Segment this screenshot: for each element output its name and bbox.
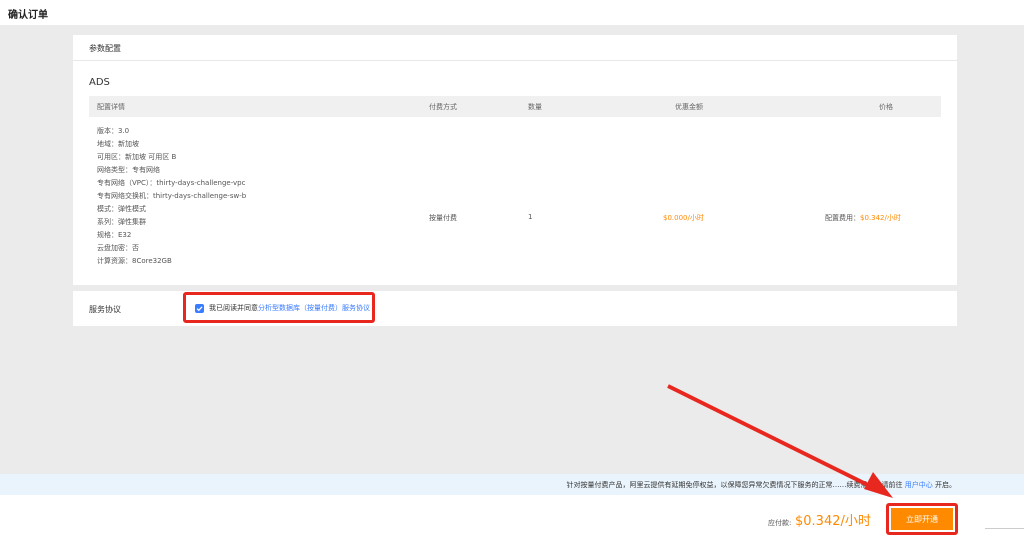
detail-item: 地域：新加坡 xyxy=(97,140,139,148)
detail-item: 计算资源：8Core32GB xyxy=(97,257,172,265)
discount-cell: $0.000/小时 xyxy=(663,214,704,222)
detail-item: 系列：弹性集群 xyxy=(97,218,146,226)
detail-item: 规格：E32 xyxy=(97,231,132,239)
agreement-panel: 服务协议 我已阅读并同意 分析型数据库（按量付费）服务协议 xyxy=(73,291,957,326)
notice-text: 针对按量付费产品，阿里云提供有延期免停权益，以保障您异常欠费情况下服务的正常……… xyxy=(567,480,956,490)
table-row: 版本：3.0 地域：新加坡可用区：新加坡 可用区 B 网络类型：专有网络专有网络（V… xyxy=(89,117,941,295)
header-payment: 付费方式 xyxy=(429,103,457,111)
config-table: 配置详情 付费方式 数量 优惠金额 价格 版本：3.0 地域：新加坡可用区：新加坡… xyxy=(89,96,941,310)
detail-item: 专有网络交换机：thirty-days-challenge-sw-b xyxy=(97,192,247,200)
section-title: 参数配置 xyxy=(89,44,121,53)
submit-button[interactable]: 立即开通 xyxy=(891,508,953,530)
page-title: 确认订单 xyxy=(8,10,48,21)
total-amount: $0.342/小时 xyxy=(795,514,871,529)
section-divider xyxy=(73,60,957,61)
detail-item: 可用区：新加坡 可用区 B xyxy=(97,153,177,161)
detail-item: 网络类型：专有网络 xyxy=(97,166,160,174)
top-bar: 确认订单 xyxy=(0,0,1024,25)
header-price: 价格 xyxy=(879,103,893,111)
price-cell: 配置费用：$0.342/小时 xyxy=(825,213,901,223)
detail-item: 专有网络（VPC）：thirty-days-challenge-vpc xyxy=(97,179,246,187)
footer-bar: 应付款: $0.342/小时 立即开通 xyxy=(0,495,1024,535)
quantity-cell: 1 xyxy=(528,213,533,221)
notice-body: 针对按量付费产品，阿里云提供有延期免停权益，以保障您异常欠费情况下服务的正常……… xyxy=(566,481,903,489)
agreement-checkbox[interactable] xyxy=(195,303,204,313)
header-detail: 配置详情 xyxy=(97,103,125,111)
product-name: ADS xyxy=(89,77,110,88)
table-header: 配置详情 付费方式 数量 优惠金额 价格 xyxy=(89,96,941,117)
agreement-text: 我已阅读并同意 xyxy=(209,304,258,312)
agreement-link[interactable]: 分析型数据库（按量付费）服务协议 xyxy=(258,303,370,313)
price-label: 配置费用： xyxy=(825,214,860,222)
detail-item: 云盘加密：否 xyxy=(97,244,139,252)
header-discount: 优惠金额 xyxy=(675,103,703,111)
total-label: 应付款: xyxy=(768,519,792,527)
detail-item: 模式：弹性模式 xyxy=(97,205,146,213)
config-panel: 参数配置 ADS 配置详情 付费方式 数量 优惠金额 价格 版本：3.0 地域：新… xyxy=(73,35,957,295)
footer-divider xyxy=(985,528,1024,529)
header-quantity: 数量 xyxy=(528,103,542,111)
agreement-row: 我已阅读并同意 分析型数据库（按量付费）服务协议 xyxy=(195,303,370,313)
user-center-link[interactable]: 用户中心 xyxy=(905,481,933,489)
payment-cell: 按量付费 xyxy=(429,214,457,222)
detail-item: 版本：3.0 xyxy=(97,127,130,135)
check-icon xyxy=(196,305,203,311)
detail-list: 版本：3.0 地域：新加坡可用区：新加坡 可用区 B 网络类型：专有网络专有网络（V… xyxy=(97,125,246,268)
notice-bar: 针对按量付费产品，阿里云提供有延期免停权益，以保障您异常欠费情况下服务的正常……… xyxy=(0,474,1024,495)
price-value: $0.342/小时 xyxy=(860,214,901,222)
agreement-label: 服务协议 xyxy=(89,305,121,314)
notice-suffix: 开启。 xyxy=(935,481,956,489)
